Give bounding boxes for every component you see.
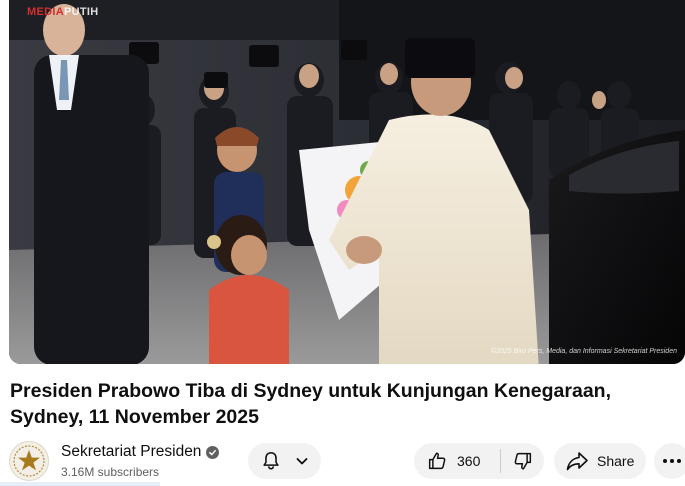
like-count: 360 bbox=[457, 453, 481, 469]
watch-page: MEDIAPUTIH ©2025 Biro Pers, Media, dan I… bbox=[0, 0, 685, 486]
thumbs-up-icon bbox=[428, 452, 446, 470]
channel-watermark: MEDIAPUTIH bbox=[27, 6, 99, 18]
chevron-down-icon bbox=[296, 458, 307, 465]
share-label: Share bbox=[597, 453, 635, 469]
garuda-star-emblem-icon bbox=[13, 445, 45, 477]
channel-avatar[interactable] bbox=[9, 441, 49, 481]
more-horizontal-icon bbox=[663, 459, 681, 463]
notification-button[interactable] bbox=[248, 443, 321, 479]
channel-name-text[interactable]: Sekretariat Presiden bbox=[61, 443, 201, 461]
like-dislike-group: 360 bbox=[414, 443, 544, 479]
copyright-watermark: ©2025 Biro Pers, Media, dan Informasi Se… bbox=[490, 348, 677, 355]
video-player[interactable]: MEDIAPUTIH ©2025 Biro Pers, Media, dan I… bbox=[9, 0, 685, 364]
thumbs-down-icon bbox=[514, 452, 531, 470]
share-button[interactable]: Share bbox=[554, 443, 646, 479]
share-arrow-icon bbox=[566, 452, 588, 471]
subscriber-count: 3.16M subscribers bbox=[61, 465, 160, 479]
video-title: Presiden Prabowo Tiba di Sydney untuk Ku… bbox=[10, 380, 611, 428]
check-badge-icon bbox=[206, 445, 220, 459]
channel-name[interactable]: Sekretariat Presiden bbox=[61, 443, 220, 461]
dislike-button[interactable] bbox=[501, 443, 544, 479]
more-actions-button[interactable] bbox=[654, 443, 685, 479]
bell-icon bbox=[262, 451, 279, 470]
like-button[interactable]: 360 bbox=[414, 443, 500, 479]
bottom-highlight-bar bbox=[0, 482, 160, 486]
video-frame bbox=[9, 0, 685, 364]
